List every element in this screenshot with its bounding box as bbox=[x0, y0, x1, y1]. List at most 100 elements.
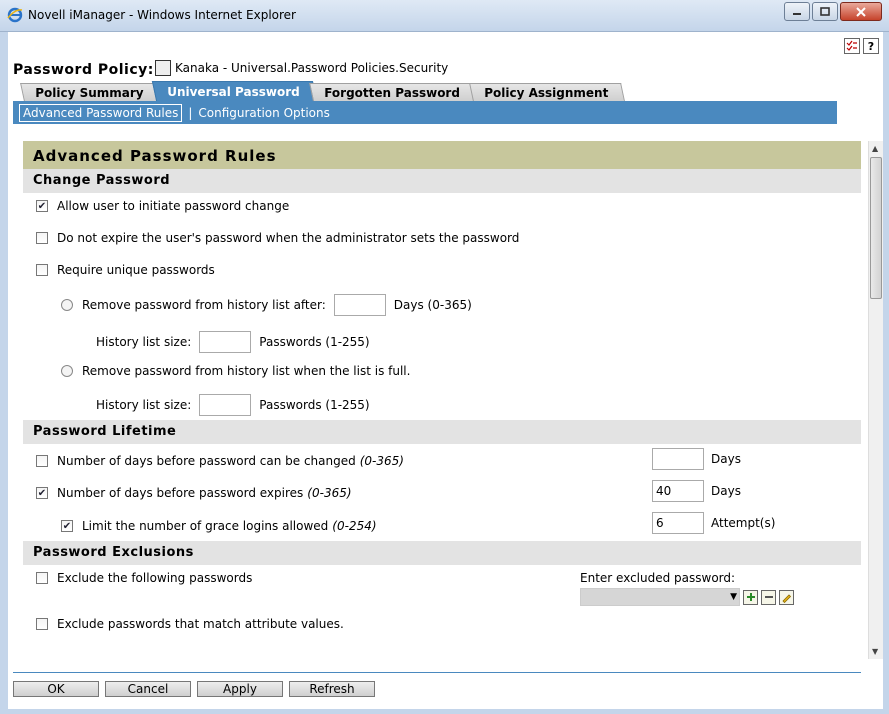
ie-logo-icon bbox=[7, 7, 23, 23]
close-icon bbox=[856, 6, 866, 17]
sub-navigation: Advanced Password Rules | Configuration … bbox=[13, 101, 837, 124]
grace-logins-input[interactable] bbox=[652, 512, 704, 534]
window-title: Novell iManager - Windows Internet Explo… bbox=[28, 8, 296, 22]
apply-button[interactable]: Apply bbox=[197, 681, 283, 697]
refresh-button[interactable]: Refresh bbox=[289, 681, 375, 697]
panel-title: Advanced Password Rules bbox=[23, 141, 861, 169]
days-before-change-row: Number of days before password can be ch… bbox=[36, 454, 404, 468]
help-icons: ? bbox=[844, 38, 879, 54]
ok-button[interactable]: OK bbox=[13, 681, 99, 697]
enter-excluded-label: Enter excluded password: bbox=[580, 571, 736, 585]
tab-policy-summary[interactable]: Policy Summary bbox=[20, 83, 161, 101]
history-size-1-unit: Passwords (1-255) bbox=[259, 335, 370, 349]
exclude-following-label: Exclude the following passwords bbox=[57, 571, 253, 585]
remove-after-row: Remove password from history list after:… bbox=[61, 294, 472, 316]
close-button[interactable] bbox=[840, 2, 882, 21]
window-frame-bottom bbox=[0, 709, 889, 714]
policy-object-name: Kanaka - Universal.Password Policies.Sec… bbox=[175, 61, 449, 75]
tab-label: Policy Summary bbox=[35, 85, 144, 100]
policy-object-icon bbox=[155, 60, 171, 76]
chevron-down-icon: ▼ bbox=[730, 592, 737, 602]
history-size-2-label: History list size: bbox=[96, 398, 192, 412]
remove-after-unit: Days (0-365) bbox=[393, 298, 472, 312]
remove-when-full-row: Remove password from history list when t… bbox=[61, 364, 410, 378]
subnav-separator: | bbox=[188, 105, 193, 120]
maximize-button[interactable] bbox=[812, 2, 838, 21]
grace-logins-range: (0-254) bbox=[332, 519, 377, 533]
remove-when-full-label: Remove password from history list when t… bbox=[82, 364, 411, 378]
tab-label: Policy Assignment bbox=[483, 85, 608, 100]
exclude-attribute-label: Exclude passwords that match attribute v… bbox=[57, 617, 344, 631]
days-before-expire-value-row: Days bbox=[652, 480, 741, 502]
days-before-expire-checkbox[interactable]: ✔ bbox=[36, 487, 48, 499]
enter-excluded-controls: ▼ bbox=[580, 588, 794, 606]
tab-label: Forgotten Password bbox=[324, 85, 460, 100]
checklist-icon[interactable] bbox=[844, 38, 860, 54]
minimize-button[interactable] bbox=[784, 2, 810, 21]
minus-icon bbox=[764, 596, 773, 598]
excluded-password-select[interactable]: ▼ bbox=[580, 588, 740, 606]
grace-logins-value-row: Attempt(s) bbox=[652, 512, 775, 534]
exclude-attribute-checkbox[interactable] bbox=[36, 618, 48, 630]
grace-logins-label: Limit the number of grace logins allowed bbox=[82, 519, 329, 533]
scroll-area: Advanced Password Rules Change Password … bbox=[23, 141, 883, 659]
require-unique-row: Require unique passwords bbox=[36, 263, 215, 277]
days-before-expire-unit: Days bbox=[711, 484, 741, 498]
history-size-1-row: History list size: Passwords (1-255) bbox=[96, 331, 370, 353]
history-size-1-input[interactable] bbox=[199, 331, 252, 353]
tab-forgotten-password[interactable]: Forgotten Password bbox=[309, 83, 477, 101]
days-before-change-checkbox[interactable] bbox=[36, 455, 48, 467]
help-icon[interactable]: ? bbox=[863, 38, 879, 54]
no-expire-admin-row: Do not expire the user's password when t… bbox=[36, 231, 519, 245]
days-before-expire-row: ✔ Number of days before password expires… bbox=[36, 486, 352, 500]
remove-after-label: Remove password from history list after: bbox=[82, 298, 326, 312]
days-before-expire-range: (0-365) bbox=[307, 486, 352, 500]
allow-user-change-row: ✔ Allow user to initiate password change bbox=[36, 199, 289, 213]
page-content: ? Password Policy: Kanaka - Universal.Pa… bbox=[8, 32, 883, 709]
days-before-change-label: Number of days before password can be ch… bbox=[57, 454, 356, 468]
tab-policy-assignment[interactable]: Policy Assignment bbox=[468, 83, 625, 101]
days-before-change-value-row: Days bbox=[652, 448, 741, 470]
scrollbar-thumb[interactable] bbox=[870, 157, 882, 299]
window-titlebar: Novell iManager - Windows Internet Explo… bbox=[0, 0, 889, 32]
allow-user-change-checkbox[interactable]: ✔ bbox=[36, 200, 48, 212]
enter-excluded-label-row: Enter excluded password: bbox=[580, 571, 735, 585]
section-password-exclusions: Password Exclusions bbox=[23, 541, 861, 565]
allow-user-change-label: Allow user to initiate password change bbox=[57, 199, 290, 213]
plus-icon bbox=[746, 593, 755, 601]
edit-excluded-button[interactable] bbox=[779, 589, 794, 605]
history-size-2-input[interactable] bbox=[199, 394, 252, 416]
subnav-advanced-password-rules[interactable]: Advanced Password Rules bbox=[19, 103, 183, 122]
footer-buttons: OK Cancel Apply Refresh bbox=[13, 681, 375, 697]
section-change-password: Change Password bbox=[23, 169, 861, 193]
no-expire-admin-checkbox[interactable] bbox=[36, 232, 48, 244]
days-before-change-input[interactable] bbox=[652, 448, 704, 470]
maximize-icon bbox=[820, 6, 830, 16]
tab-bar: Policy Summary Universal Password Forgot… bbox=[20, 81, 625, 101]
scroll-down-icon[interactable]: ▼ bbox=[872, 647, 878, 656]
history-size-1-label: History list size: bbox=[96, 335, 192, 349]
add-excluded-button[interactable] bbox=[743, 589, 758, 605]
exclude-following-checkbox[interactable] bbox=[36, 572, 48, 584]
vertical-scrollbar[interactable]: ▲ ▼ bbox=[868, 141, 883, 659]
history-size-2-unit: Passwords (1-255) bbox=[259, 398, 370, 412]
grace-logins-checkbox[interactable]: ✔ bbox=[61, 520, 73, 532]
subnav-configuration-options[interactable]: Configuration Options bbox=[198, 106, 330, 120]
page-title: Password Policy: bbox=[13, 62, 154, 78]
scroll-up-icon[interactable]: ▲ bbox=[872, 144, 878, 153]
cancel-button[interactable]: Cancel bbox=[105, 681, 191, 697]
remove-after-input[interactable] bbox=[333, 294, 386, 316]
days-before-expire-input[interactable] bbox=[652, 480, 704, 502]
exclude-attribute-row: Exclude passwords that match attribute v… bbox=[36, 617, 344, 631]
days-before-change-range: (0-365) bbox=[359, 454, 404, 468]
require-unique-checkbox[interactable] bbox=[36, 264, 48, 276]
tab-universal-password[interactable]: Universal Password bbox=[152, 81, 318, 101]
require-unique-label: Require unique passwords bbox=[57, 263, 215, 277]
remove-excluded-button[interactable] bbox=[761, 589, 776, 605]
rules-panel: Advanced Password Rules Change Password … bbox=[23, 141, 861, 631]
grace-logins-row: ✔ Limit the number of grace logins allow… bbox=[61, 519, 377, 533]
window-frame-left bbox=[0, 32, 8, 714]
remove-when-full-radio[interactable] bbox=[61, 365, 73, 377]
window-frame-right bbox=[883, 32, 889, 714]
remove-after-radio[interactable] bbox=[61, 299, 73, 311]
